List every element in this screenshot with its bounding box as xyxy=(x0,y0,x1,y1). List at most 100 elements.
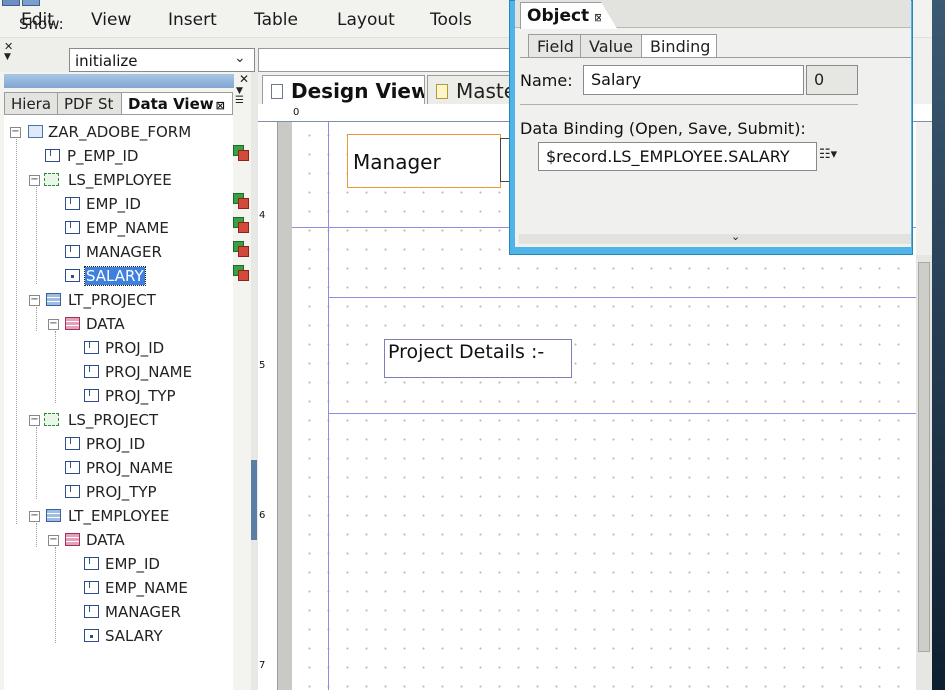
toolbar-icon[interactable] xyxy=(22,0,40,6)
name-index-field: 0 xyxy=(806,65,858,95)
scrollbar-thumb[interactable] xyxy=(918,262,930,652)
tab-label: PDF St xyxy=(64,95,114,113)
page-margin xyxy=(278,122,292,690)
tree-node-label: DATA xyxy=(86,531,125,549)
tab-master-pages[interactable]: Maste xyxy=(427,75,517,105)
project-details-caption: Project Details :- xyxy=(388,341,545,363)
palette-bottom-bar xyxy=(519,234,911,244)
name-field[interactable]: Salary xyxy=(583,65,804,95)
field-icon xyxy=(65,484,80,498)
close-icon[interactable]: ⊠ xyxy=(216,99,225,112)
splitter-handle[interactable] xyxy=(251,460,257,540)
desktop-background xyxy=(932,0,945,690)
structure-icon xyxy=(44,413,59,426)
menu-table[interactable]: Table xyxy=(254,10,298,30)
binding-menu-icon[interactable]: ☷▾ xyxy=(819,147,837,162)
tab-label: Hiera xyxy=(11,95,52,113)
chevron-down-icon[interactable]: ⌄ xyxy=(234,50,246,66)
collapse-icon[interactable]: − xyxy=(29,175,40,186)
divider xyxy=(520,104,858,105)
field-icon xyxy=(84,604,99,618)
collapse-icon[interactable]: − xyxy=(29,295,40,306)
tree-node-label: SALARY xyxy=(105,627,163,645)
tree-node-label: LT_PROJECT xyxy=(68,291,156,309)
left-ruler: 4 5 6 7 xyxy=(258,122,278,690)
tree-guide xyxy=(36,523,37,547)
binding-icon xyxy=(233,193,249,209)
tree-guide xyxy=(36,187,37,284)
collapse-icon[interactable]: − xyxy=(29,415,40,426)
field-icon xyxy=(84,364,99,378)
tree-node-label: PROJ_TYP xyxy=(86,483,157,501)
ruler-label: 0 xyxy=(293,107,300,118)
page-icon xyxy=(271,84,283,99)
tree-node-label: SALARY xyxy=(84,266,146,286)
tree-node-label: PROJ_ID xyxy=(86,435,146,453)
ruler-label: 5 xyxy=(259,360,266,371)
tree-guide xyxy=(55,547,56,643)
tree-node-label: PROJ_TYP xyxy=(105,387,176,405)
tab-label: Object xyxy=(527,6,590,26)
manager-caption: Manager xyxy=(353,150,441,174)
tree-node-label: MANAGER xyxy=(86,243,162,261)
tree-node-label: LS_EMPLOYEE xyxy=(68,171,172,189)
ruler-label: 7 xyxy=(259,660,266,671)
panel-header[interactable] xyxy=(4,74,234,88)
name-label: Name: xyxy=(520,71,573,90)
tree-guide xyxy=(36,307,37,331)
menu-insert[interactable]: Insert xyxy=(168,10,217,30)
tab-binding[interactable]: Binding xyxy=(641,34,717,58)
subform-boundary xyxy=(328,122,329,690)
tab-design-view[interactable]: Design View xyxy=(262,75,425,105)
script-input[interactable] xyxy=(258,48,512,72)
menu-layout[interactable]: Layout xyxy=(337,10,395,30)
tree-guide xyxy=(16,139,17,524)
tab-label: Data View xyxy=(128,95,214,113)
tree-guide xyxy=(55,331,56,403)
data-binding-label: Data Binding (Open, Save, Submit): xyxy=(520,119,806,138)
tab-field[interactable]: Field xyxy=(528,34,581,58)
tree-node-label: LT_EMPLOYEE xyxy=(68,507,170,525)
form-icon xyxy=(28,125,43,138)
show-label: Show: xyxy=(19,15,64,33)
tree-node-label: P_EMP_ID xyxy=(67,147,139,165)
collapse-icon[interactable]: − xyxy=(10,127,21,138)
field-icon xyxy=(84,629,99,642)
field-icon xyxy=(65,269,80,282)
tab-object[interactable]: Object ⊠ xyxy=(520,2,603,29)
tree-node-label: MANAGER xyxy=(105,603,181,621)
tree-node-label: ZAR_ADOBE_FORM xyxy=(48,123,192,141)
tab-hierarchy[interactable]: Hiera xyxy=(4,92,58,114)
menu-tools[interactable]: Tools xyxy=(430,10,472,30)
panel-splitter[interactable] xyxy=(251,72,258,690)
tab-data-view[interactable]: Data View ⊠ xyxy=(121,92,233,114)
field-icon xyxy=(45,148,60,162)
tab-pdf-structure[interactable]: PDF St xyxy=(57,92,122,114)
tree-node-label: EMP_ID xyxy=(86,195,141,213)
tree-node-label: EMP_NAME xyxy=(105,579,188,597)
field-icon xyxy=(65,436,80,450)
collapse-icon[interactable]: − xyxy=(48,319,59,330)
binding-icon xyxy=(233,217,249,233)
expand-down-icon[interactable]: ⌄ xyxy=(731,230,740,243)
field-icon xyxy=(65,244,80,258)
menu-view[interactable]: View xyxy=(91,10,131,30)
tab-label: Binding xyxy=(650,37,711,56)
field-icon xyxy=(65,460,80,474)
tab-label: Value xyxy=(589,37,633,56)
chevron-down-icon[interactable]: ▼ xyxy=(4,52,11,62)
page-icon xyxy=(436,84,448,99)
binding-icon xyxy=(233,241,249,257)
ruler-label: 6 xyxy=(259,510,266,521)
data-binding-field[interactable]: $record.LS_EMPLOYEE.SALARY xyxy=(538,142,817,171)
tree-node-label: EMP_ID xyxy=(105,555,160,573)
field-icon xyxy=(84,580,99,594)
tab-value[interactable]: Value xyxy=(580,34,642,58)
tree-node-label: EMP_NAME xyxy=(86,219,169,237)
collapse-icon[interactable]: − xyxy=(48,535,59,546)
field-icon xyxy=(65,196,80,210)
close-icon[interactable]: ✕ xyxy=(239,72,249,86)
structure-icon xyxy=(44,173,59,186)
tree-node-label: DATA xyxy=(86,315,125,333)
collapse-icon[interactable]: − xyxy=(29,511,40,522)
